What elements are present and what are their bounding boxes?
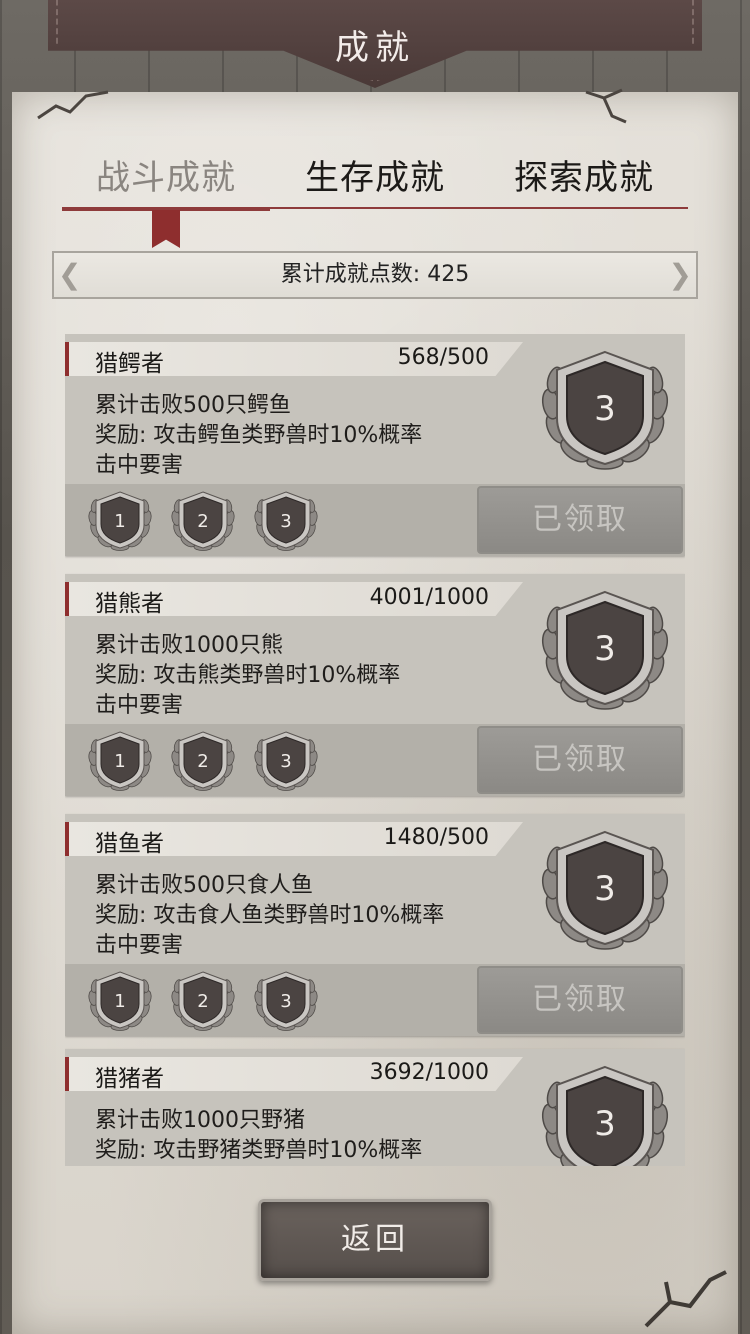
medal-level: 3	[594, 869, 616, 909]
medal-level: 3	[594, 629, 616, 669]
svg-text:2: 2	[197, 751, 208, 772]
medal-level: 3	[594, 1104, 616, 1144]
tab-combat[interactable]: 战斗成就	[62, 150, 270, 199]
tab-exploration[interactable]: 探索成就	[480, 150, 688, 199]
achievement-progress: 568/500	[397, 345, 489, 370]
achievement-progress: 4001/1000	[369, 585, 489, 610]
achievement-list[interactable]: 猎鳄者 568/500 累计击败500只鳄鱼 奖励: 攻击鳄鱼类野兽时10%概率…	[65, 334, 685, 1166]
return-button[interactable]: 返回	[258, 1199, 492, 1281]
achievement-name: 猎鱼者	[95, 831, 164, 857]
svg-text:2: 2	[197, 991, 208, 1012]
claimed-button[interactable]: 已领取	[477, 966, 683, 1034]
tier-medal-icon: 1	[85, 730, 155, 792]
achievement-card: 猎鳄者 568/500 累计击败500只鳄鱼 奖励: 攻击鳄鱼类野兽时10%概率…	[65, 334, 685, 556]
achievement-name: 猎鳄者	[95, 351, 164, 377]
achievement-description: 累计击败1000只野猪 奖励: 攻击野猪类野兽时10%概率	[95, 1108, 423, 1163]
achievement-description: 累计击败500只鳄鱼 奖励: 攻击鳄鱼类野兽时10%概率 击中要害	[95, 393, 423, 478]
tier-medal-icon: 1	[85, 970, 155, 1032]
tier-medal-icon: 1	[85, 490, 155, 552]
tier-medals: 1 2 3	[85, 730, 335, 792]
svg-text:2: 2	[197, 511, 208, 532]
crack-decoration-icon	[644, 1270, 727, 1328]
claimed-button[interactable]: 已领取	[477, 726, 683, 794]
crack-decoration-icon	[585, 88, 627, 124]
achievement-card: 猎猪者 3692/1000 累计击败1000只野猪 奖励: 攻击野猪类野兽时10…	[65, 1049, 685, 1166]
medal-level: 3	[594, 389, 616, 429]
tier-medal-icon: 3	[251, 490, 321, 552]
laurel-shield-medal-icon: 3	[535, 348, 675, 472]
crack-decoration-icon	[37, 90, 109, 120]
achievement-tabs: 战斗成就 生存成就 探索成就	[62, 150, 688, 210]
svg-text:1: 1	[114, 511, 125, 532]
svg-text:1: 1	[114, 751, 125, 772]
laurel-shield-medal-icon: 3	[535, 588, 675, 712]
tier-medal-icon: 2	[168, 970, 238, 1032]
svg-text:1: 1	[114, 991, 125, 1012]
achievement-progress: 1480/500	[383, 825, 489, 850]
achievement-points-bar: ❮ 累计成就点数: 425 ❯	[52, 251, 698, 299]
tier-medal-icon: 2	[168, 490, 238, 552]
achievement-description: 累计击败1000只熊 奖励: 攻击熊类野兽时10%概率 击中要害	[95, 633, 401, 718]
achievement-name: 猎熊者	[95, 591, 164, 617]
tier-medal-icon: 3	[251, 970, 321, 1032]
achievement-name: 猎猪者	[95, 1066, 164, 1092]
tab-survival[interactable]: 生存成就	[271, 150, 479, 199]
tier-medals: 1 2 3	[85, 490, 335, 552]
ornament-corner-icon: ❮	[58, 258, 82, 291]
svg-text:3: 3	[280, 511, 291, 532]
svg-text:3: 3	[280, 751, 291, 772]
tier-medals: 1 2 3	[85, 970, 335, 1032]
svg-text:3: 3	[280, 991, 291, 1012]
laurel-shield-medal-icon: 3	[535, 1063, 675, 1166]
achievement-progress: 3692/1000	[369, 1060, 489, 1085]
achievement-card: 猎熊者 4001/1000 累计击败1000只熊 奖励: 攻击熊类野兽时10%概…	[65, 574, 685, 796]
ornament-corner-icon: ❯	[668, 258, 692, 291]
claimed-button[interactable]: 已领取	[477, 486, 683, 554]
laurel-shield-medal-icon: 3	[535, 828, 675, 952]
achievement-card: 猎鱼者 1480/500 累计击败500只食人鱼 奖励: 攻击食人鱼类野兽时10…	[65, 814, 685, 1036]
achievement-description: 累计击败500只食人鱼 奖励: 攻击食人鱼类野兽时10%概率 击中要害	[95, 873, 445, 958]
achievement-points-text: 累计成就点数: 425	[280, 262, 470, 287]
tier-medal-icon: 3	[251, 730, 321, 792]
tier-medal-icon: 2	[168, 730, 238, 792]
page-title: 成就	[335, 28, 415, 68]
